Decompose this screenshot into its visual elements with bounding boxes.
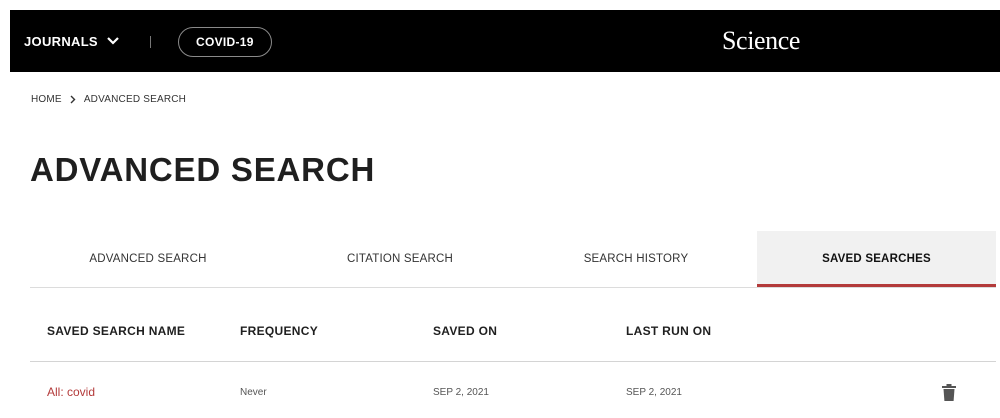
last-run-on-value: SEP 2, 2021	[626, 386, 682, 398]
chevron-right-icon	[70, 95, 76, 104]
journals-menu-button[interactable]: JOURNALS	[24, 10, 119, 72]
search-tabs: ADVANCED SEARCH CITATION SEARCH SEARCH H…	[30, 231, 996, 288]
frequency-value: Never	[240, 386, 267, 398]
breadcrumb-home-link[interactable]: HOME	[31, 94, 62, 105]
column-header-saved-on: SAVED ON	[433, 324, 498, 338]
saved-search-name-link[interactable]: All: covid	[47, 368, 95, 416]
nav-divider	[150, 36, 151, 48]
tab-advanced-search[interactable]: ADVANCED SEARCH	[30, 231, 266, 286]
tab-search-history[interactable]: SEARCH HISTORY	[518, 231, 754, 286]
tab-citation-search[interactable]: CITATION SEARCH	[282, 231, 518, 286]
column-header-last-run-on: LAST RUN ON	[626, 324, 712, 338]
top-navigation-bar: JOURNALS COVID-19 Science	[10, 10, 1000, 72]
breadcrumb: HOME ADVANCED SEARCH	[31, 94, 186, 105]
breadcrumb-current: ADVANCED SEARCH	[83, 94, 187, 105]
science-logo[interactable]: Science	[722, 10, 800, 72]
journals-menu-label: JOURNALS	[24, 33, 98, 49]
covid-19-button[interactable]: COVID-19	[178, 27, 272, 57]
table-row: All: covid Never SEP 2, 2021 SEP 2, 2021	[30, 368, 996, 416]
table-header: SAVED SEARCH NAME FREQUENCY SAVED ON LAS…	[30, 309, 996, 362]
tab-saved-searches[interactable]: SAVED SEARCHES	[757, 231, 996, 287]
column-header-frequency: FREQUENCY	[240, 324, 319, 338]
chevron-down-icon	[107, 37, 119, 45]
column-header-saved-search-name: SAVED SEARCH NAME	[47, 324, 186, 338]
saved-on-value: SEP 2, 2021	[433, 386, 489, 398]
page-title: ADVANCED SEARCH	[30, 151, 376, 188]
trash-icon[interactable]	[942, 384, 956, 401]
